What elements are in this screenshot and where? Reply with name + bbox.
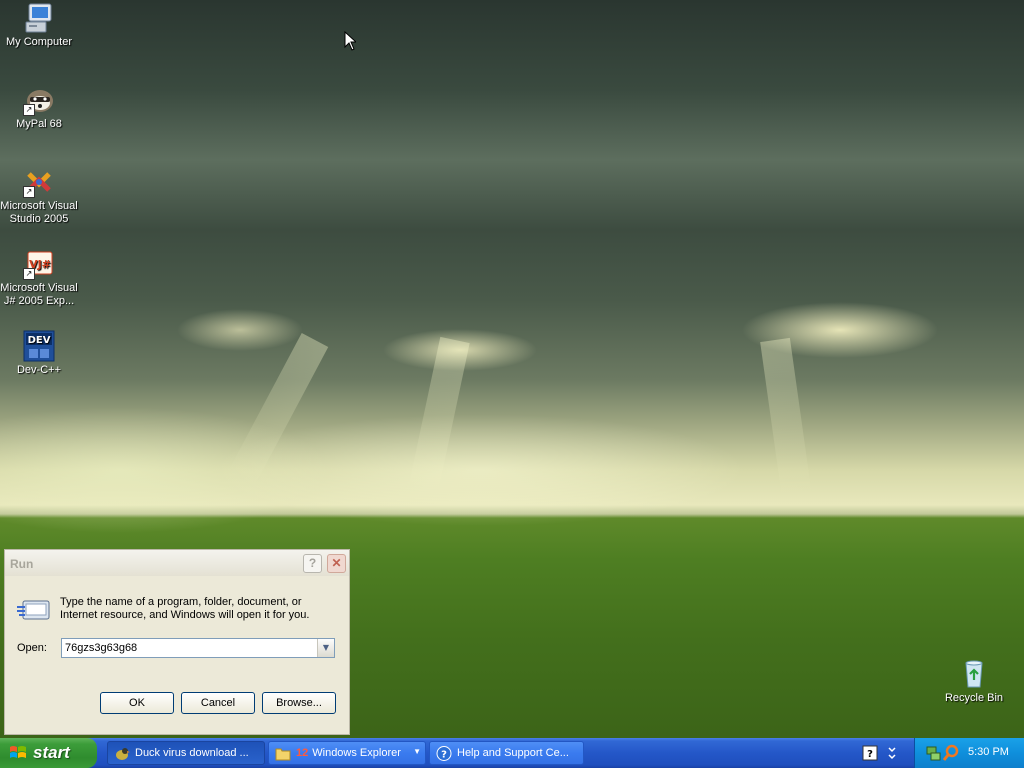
desktop-icon-recycle-bin[interactable]: Recycle Bin	[934, 658, 1014, 705]
desktop-icon-mypal[interactable]: ↗ MyPal 68	[0, 84, 79, 131]
open-combobox[interactable]: ▼	[61, 638, 335, 658]
system-tray: 5:30 PM	[914, 738, 1024, 768]
open-input[interactable]	[62, 639, 319, 657]
dev-cpp-icon: DEV	[23, 330, 55, 362]
network-tray-icon[interactable]	[925, 744, 941, 762]
search-tray-icon[interactable]	[943, 744, 959, 762]
svg-text:?: ?	[441, 750, 447, 761]
svg-text:?: ?	[867, 749, 873, 760]
my-computer-icon	[23, 2, 55, 34]
run-program-icon	[17, 597, 51, 623]
close-button[interactable]: ✕	[327, 554, 346, 573]
language-bar[interactable]: ?	[858, 742, 908, 764]
shortcut-arrow-icon: ↗	[23, 186, 35, 198]
desktop-icon-label: MyPal 68	[16, 118, 62, 130]
run-dialog-description: Type the name of a program, folder, docu…	[60, 596, 310, 621]
taskbar-button-duck-virus[interactable]: Duck virus download ...	[107, 741, 265, 765]
cancel-button[interactable]: Cancel	[181, 692, 255, 714]
help-button[interactable]: ?	[303, 554, 322, 573]
language-bar-help-icon: ?	[862, 745, 896, 761]
sun-ray	[760, 337, 813, 501]
chevron-down-icon: ▼	[413, 747, 421, 756]
desktop-icon-label: Microsoft Visual J# 2005 Exp...	[0, 282, 78, 307]
desktop-icon-label: My Computer	[5, 36, 73, 48]
mouse-cursor-icon	[344, 31, 356, 51]
vj-sharp-icon: VJ# ↗	[23, 248, 55, 280]
taskbar: start Duck virus download ... 12 Windows …	[0, 738, 1024, 768]
svg-text:DEV: DEV	[28, 335, 51, 346]
desktop-icon-label: Dev-C++	[16, 364, 62, 376]
start-label: start	[33, 743, 70, 762]
task-label: Duck virus download ...	[135, 747, 249, 759]
clock[interactable]: 5:30 PM	[968, 746, 1009, 758]
desktop-wallpaper: My Computer ↗ MyPal 68 ↗ Microsoft Visua	[0, 0, 1024, 738]
desktop-icon-dev-cpp[interactable]: DEV Dev-C++	[0, 330, 79, 377]
mypal-raccoon-icon: ↗	[23, 84, 55, 116]
shortcut-arrow-icon: ↗	[23, 268, 35, 280]
start-button[interactable]: start	[0, 738, 97, 768]
desktop-icon-label: Recycle Bin	[944, 692, 1004, 704]
taskbar-button-help-support[interactable]: ? Help and Support Ce...	[429, 741, 584, 765]
task-label: Windows Explorer	[312, 747, 401, 759]
browse-button[interactable]: Browse...	[262, 692, 336, 714]
task-label: Help and Support Ce...	[457, 747, 569, 759]
window-count-badge: 12	[296, 747, 309, 759]
run-dialog-titlebar[interactable]: Run ? ✕	[5, 550, 349, 576]
taskbar-button-windows-explorer[interactable]: 12 Windows Explorer ▼	[268, 741, 426, 765]
shortcut-arrow-icon: ↗	[23, 104, 35, 116]
run-dialog: Run ? ✕ Type the name of a program, fold…	[4, 549, 350, 735]
sun-ray	[226, 332, 329, 489]
open-label: Open:	[17, 642, 47, 654]
visual-studio-icon: ↗	[23, 166, 55, 198]
folder-icon	[275, 748, 291, 761]
desktop-icon-visual-j-sharp[interactable]: VJ# ↗ Microsoft Visual J# 2005 Exp...	[0, 248, 79, 308]
chevron-down-icon[interactable]: ▼	[317, 639, 334, 657]
recycle-bin-icon	[958, 658, 990, 690]
duck-icon	[116, 748, 130, 760]
ok-button[interactable]: OK	[100, 692, 174, 714]
run-dialog-title: Run	[10, 557, 34, 571]
help-icon: ?	[436, 746, 452, 761]
windows-logo-icon	[10, 746, 26, 758]
desktop-icon-label: Microsoft Visual Studio 2005	[0, 200, 78, 225]
desktop-icon-my-computer[interactable]: My Computer	[0, 2, 79, 49]
sun-ray	[407, 336, 470, 500]
desktop-icon-visual-studio[interactable]: ↗ Microsoft Visual Studio 2005	[0, 166, 79, 226]
